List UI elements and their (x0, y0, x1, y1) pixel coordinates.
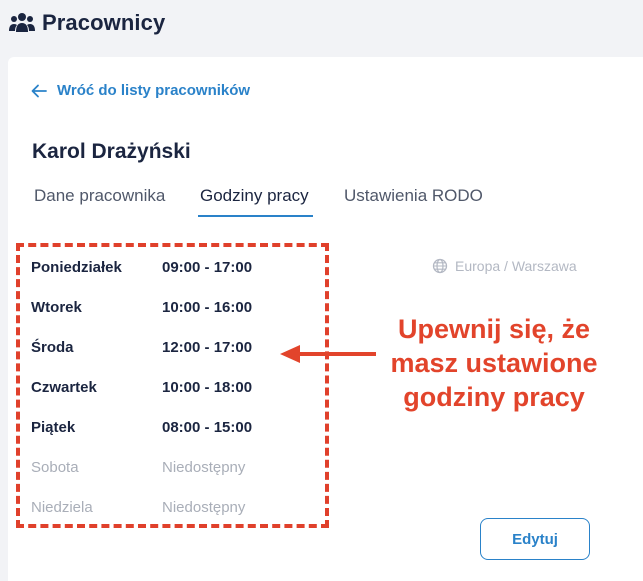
edit-button[interactable]: Edytuj (480, 518, 590, 560)
highlight-box (16, 243, 329, 528)
tab-employee-data[interactable]: Dane pracownika (34, 184, 165, 218)
timezone-label: Europa / Warszawa (455, 258, 577, 274)
annotation-line: godziny pracy (403, 382, 585, 412)
globe-icon (432, 258, 448, 274)
tab-working-hours[interactable]: Godziny pracy (198, 184, 313, 218)
back-to-list-link[interactable]: Wróć do listy pracowników (31, 82, 250, 99)
timezone-indicator: Europa / Warszawa (432, 258, 577, 274)
annotation-arrow-icon (280, 345, 376, 363)
annotation-line: Upewnij się, że (397, 314, 591, 344)
tab-gdpr-settings[interactable]: Ustawienia RODO (344, 184, 483, 218)
tab-bar: Dane pracownika Godziny pracy Ustawienia… (0, 184, 643, 224)
employee-name: Karol Drażyński (32, 140, 191, 163)
people-icon (9, 13, 35, 32)
arrow-left-icon (31, 84, 47, 97)
page-title: Pracownicy (42, 10, 166, 35)
app-header: Pracownicy (0, 0, 643, 50)
annotation-text: Upewnij się, że masz ustawione godziny p… (376, 312, 612, 414)
back-link-label: Wróć do listy pracowników (57, 82, 251, 99)
annotation-line: masz ustawione (390, 348, 598, 378)
